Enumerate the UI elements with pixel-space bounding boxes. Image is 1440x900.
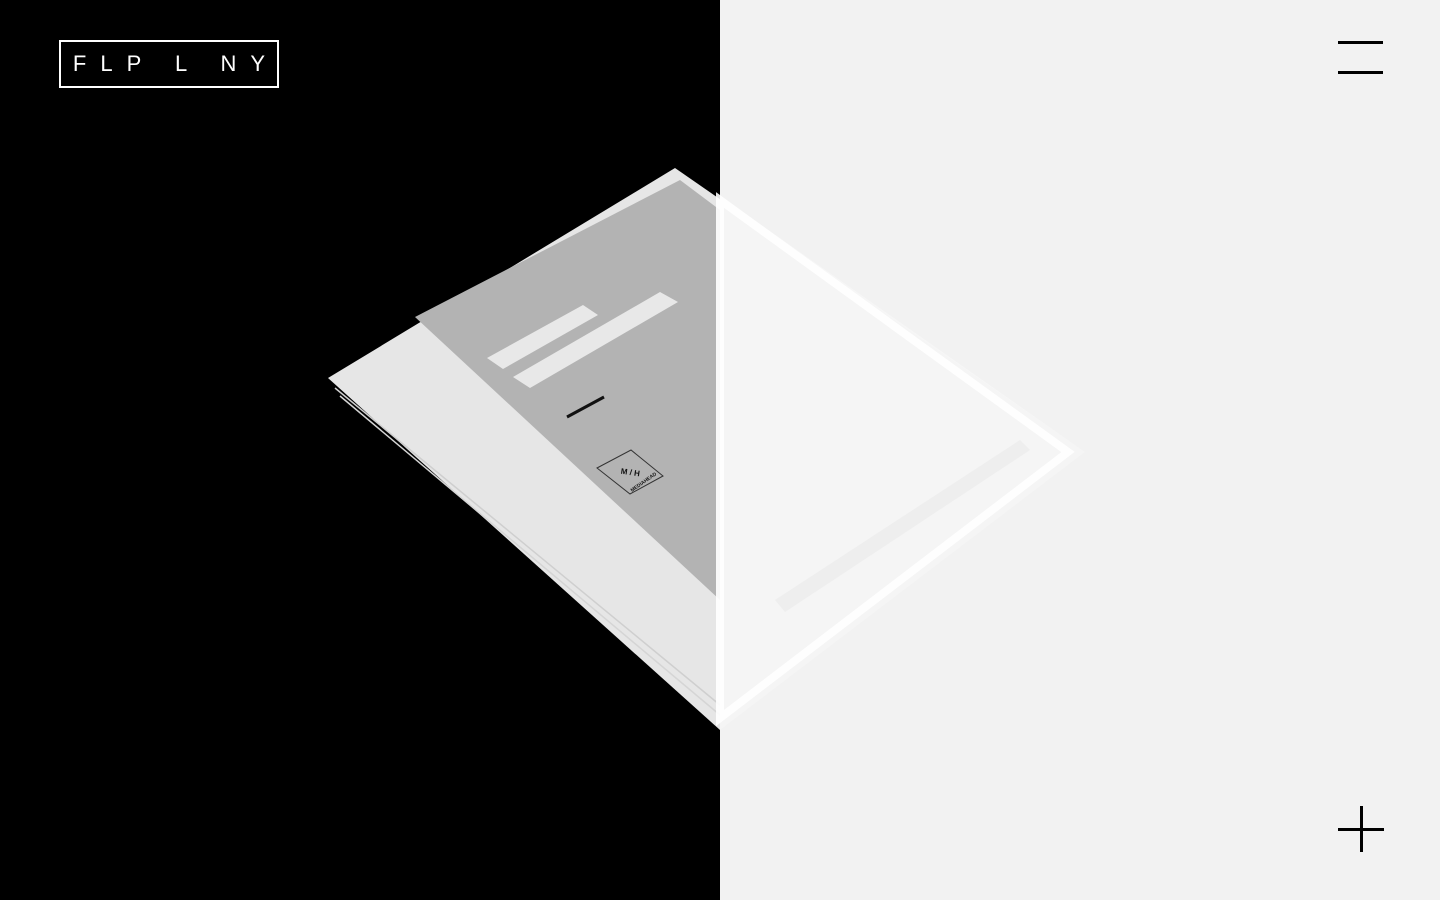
menu-line-top: [1338, 41, 1383, 44]
hero-document-image: M / H MEDIAHEAD: [328, 0, 1440, 900]
document-paper: M / H MEDIAHEAD: [328, 0, 1440, 900]
hamburger-menu-icon[interactable]: [1338, 38, 1384, 76]
logo-text: FLP L NY: [72, 51, 280, 76]
plus-icon[interactable]: [1338, 806, 1384, 852]
menu-line-bottom: [1338, 71, 1383, 74]
plus-horizontal: [1338, 828, 1384, 831]
site-logo[interactable]: FLP L NY: [59, 40, 279, 88]
